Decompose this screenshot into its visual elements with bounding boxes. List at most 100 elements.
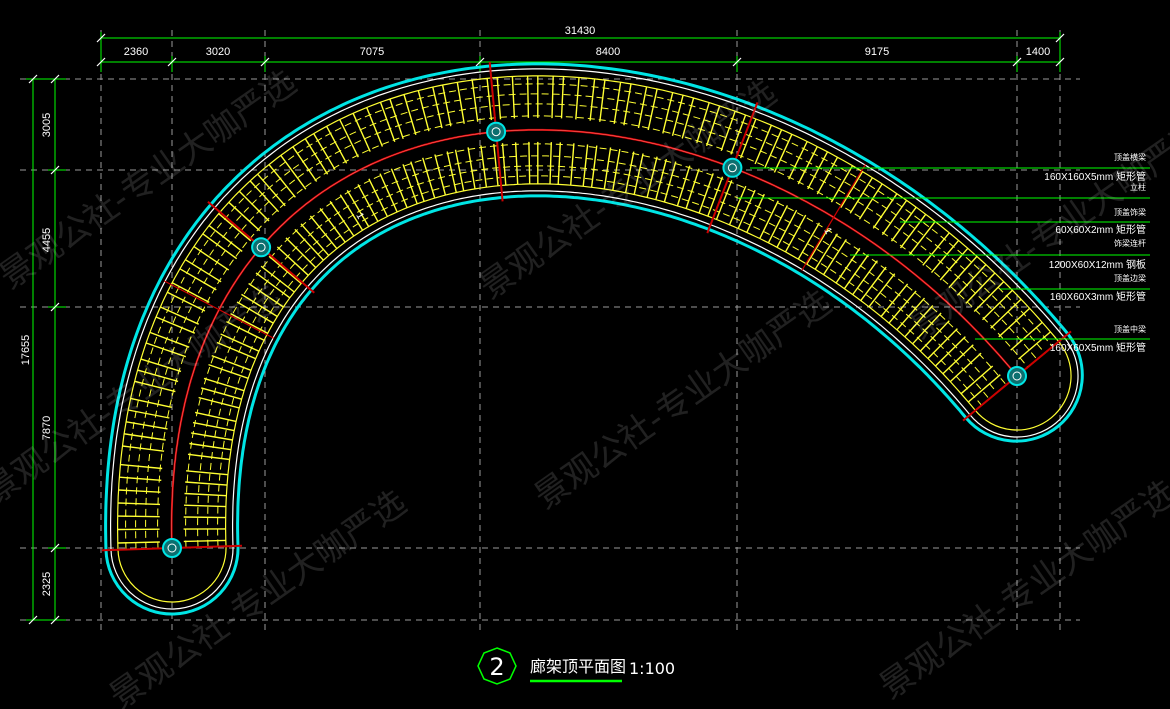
annotation-small-5: 顶盖边梁: [1114, 273, 1146, 283]
cross-slat-inner: [268, 255, 302, 285]
top-dimension-6: 1400: [1026, 46, 1050, 58]
roof-plan-drawing: 31430 2360 3020 7075 8400 9175 1400 1765…: [0, 25, 1170, 709]
cross-slat-inner: [183, 539, 226, 543]
cross-slat-outer: [366, 107, 384, 147]
cross-slat-inner: [201, 387, 242, 400]
annotation-main-6: 160X60X5mm 矩形管: [1050, 341, 1146, 354]
cross-slat-outer: [575, 77, 580, 120]
cross-slat-outer: [441, 84, 452, 127]
column-3: [722, 157, 743, 178]
cross-slat-inner: [934, 336, 966, 367]
left-dimension-lines: [26, 78, 66, 621]
cross-slat-inner: [183, 504, 226, 508]
cross-slat-inner: [192, 421, 235, 432]
cross-slat-outer: [119, 476, 162, 481]
cross-slat-outer: [890, 206, 917, 242]
cross-slat-inner: [570, 143, 575, 186]
cross-slat-outer: [118, 489, 161, 493]
annotation-small-4: 饰梁连杆: [1114, 238, 1146, 248]
column-1: [251, 237, 272, 258]
cross-slat-outer: [202, 233, 238, 260]
cross-slat-outer: [589, 78, 596, 121]
cross-slat-inner: [549, 142, 552, 185]
cross-slat-inner: [190, 432, 233, 441]
cross-slat-inner: [949, 352, 982, 383]
cross-slat-inner: [329, 200, 355, 237]
left-dimension-1: 3005: [41, 113, 53, 137]
top-dimension-2: 3020: [206, 46, 230, 58]
cross-slat-inner: [960, 365, 994, 395]
cross-slat-outer: [858, 183, 883, 220]
cross-slat-inner: [203, 377, 245, 392]
cross-slat-outer: [471, 80, 479, 122]
top-dimension-5: 9175: [865, 46, 889, 58]
top-dimension-1: 2360: [124, 46, 148, 58]
cross-slat-inner: [967, 374, 1001, 403]
cross-slat-outer: [496, 77, 502, 120]
cross-slat-outer: [526, 75, 530, 118]
cross-slat-inner: [835, 247, 861, 284]
left-dimension-4: 2325: [41, 572, 53, 596]
cross-slat-outer: [166, 291, 206, 312]
watermark-group: 景观公社-专业大咖严选 景观公社-专业大咖严选 景观公社-专业大咖严选 景观公社…: [0, 63, 1170, 709]
cross-slat-inner: [942, 344, 974, 375]
cross-slat-inner: [186, 470, 228, 476]
cross-slat-inner: [480, 145, 488, 188]
cross-slat-outer: [122, 445, 165, 452]
cross-slat-outer: [193, 246, 230, 271]
cross-slat-outer: [171, 282, 210, 304]
cross-slat-outer: [788, 141, 808, 180]
top-dimension-ticks: [96, 33, 1065, 67]
drawing-title: 2 廊架顶平面图 1:100: [477, 647, 675, 685]
top-dimension-3: 7075: [360, 46, 384, 58]
cross-slat-outer: [560, 76, 565, 119]
cross-slat-inner: [187, 453, 230, 461]
cross-slat-inner: [582, 144, 589, 187]
cross-slat-inner: [843, 253, 870, 290]
cross-slat-inner: [797, 222, 821, 260]
cross-slat-inner: [185, 481, 228, 486]
cross-slat-outer: [613, 82, 622, 124]
cross-slat-outer: [908, 221, 936, 256]
watermark-6: 景观公社-专业大咖严选: [872, 473, 1170, 708]
cross-slat-inner: [390, 168, 408, 208]
cross-slat-outer: [120, 463, 163, 470]
annotation-main-4: 1200X60X12mm 钢板: [1049, 258, 1146, 271]
cross-slat-inner: [823, 239, 847, 275]
column-0: [162, 538, 182, 558]
cross-slat-outer: [117, 541, 160, 544]
cross-slat-inner: [880, 283, 909, 317]
cross-slat-outer: [403, 94, 417, 135]
cross-slat-outer: [816, 156, 839, 195]
cross-slat-inner: [528, 141, 531, 184]
cross-slat-outer: [417, 90, 430, 132]
column-4: [1007, 366, 1027, 386]
annotation-main-5: 160X60X3mm 矩形管: [1050, 290, 1146, 303]
cross-slat-outer: [662, 92, 674, 134]
cross-slat-inner: [860, 266, 887, 302]
top-dimension-4: 8400: [596, 46, 620, 58]
watermark-4: 景观公社-专业大咖严选: [527, 283, 839, 518]
cross-slat-inner: [189, 442, 232, 451]
title-text: 廊架顶平面图: [530, 657, 626, 676]
cross-slat-outer: [1018, 331, 1051, 360]
title-number: 2: [489, 653, 504, 681]
cross-slat-outer: [125, 421, 168, 430]
cross-slat-outer: [117, 502, 161, 506]
cross-slat-inner: [183, 516, 226, 519]
cross-slat-outer: [486, 78, 493, 121]
cross-slat-outer: [123, 433, 166, 441]
cross-slat-outer: [1010, 321, 1043, 351]
cross-slat-inner: [501, 143, 507, 186]
cross-slat-inner: [590, 145, 598, 188]
cross-slat-outer: [637, 86, 648, 129]
cross-slat-inner: [514, 142, 519, 185]
cross-slat-outer: [872, 193, 898, 229]
column-2: [486, 121, 507, 142]
cross-slat-outer: [511, 76, 516, 119]
cross-slat-outer: [849, 177, 873, 214]
cross-slat-outer: [623, 83, 632, 126]
cross-slat-inner: [852, 260, 878, 296]
left-total-dimension: 17655: [20, 335, 32, 366]
cross-slat-outer: [599, 80, 606, 122]
